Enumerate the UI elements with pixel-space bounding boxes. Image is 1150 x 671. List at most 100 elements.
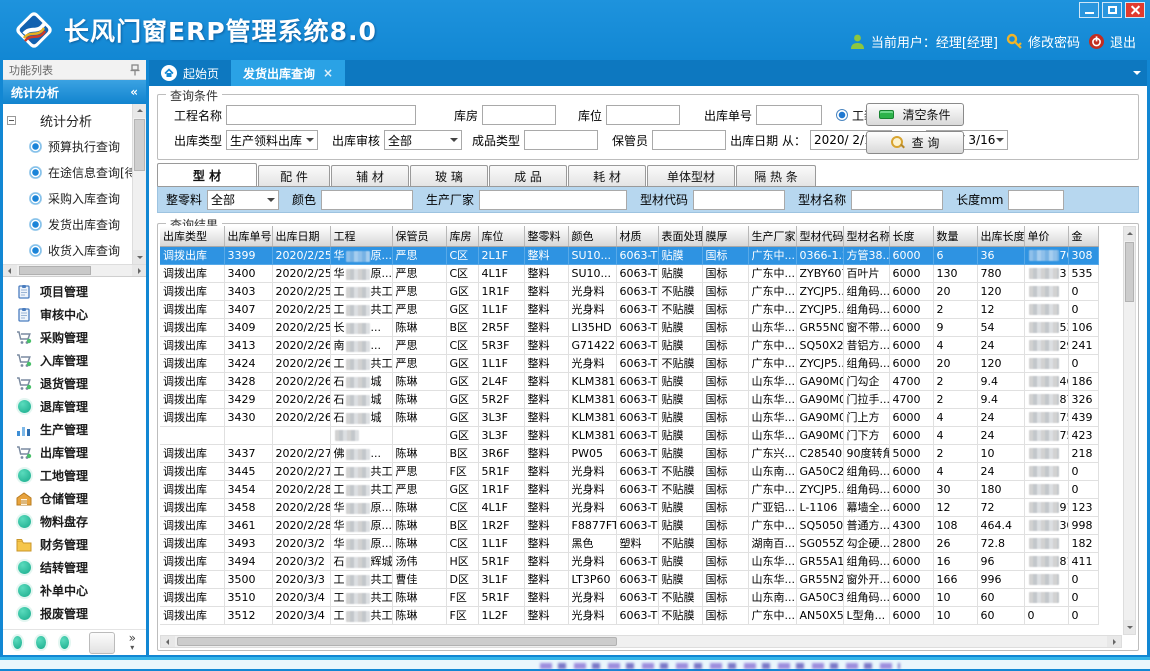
location-input[interactable] [606,105,680,125]
column-header-数量[interactable]: 数量 [933,226,977,246]
sidebar-item-物料盘存[interactable]: 物料盘存 [3,510,146,533]
sidebar-item-工地管理[interactable]: 工地管理 [3,464,146,487]
column-header-工程[interactable]: 工程 [330,226,392,246]
column-header-型材名称[interactable]: 型材名称 [843,226,889,246]
sidebar-item-财务管理[interactable]: 财务管理 [3,533,146,556]
table-row[interactable]: 调拨出库34932020/3/2华原...陈琳C区1L1F整料黑色塑料不贴膜国标… [160,534,1098,552]
table-row[interactable]: 调拨出库34612020/2/28华原...陈琳B区1R2F整料F8877FT6… [160,516,1098,534]
column-header-整零料[interactable]: 整零料 [524,226,568,246]
scroll-thumb[interactable] [134,119,145,171]
table-horizontal-scrollbar[interactable] [160,635,1122,648]
table-row[interactable]: 调拨出库34092020/2/25长...陈琳B区2R5F整料LI35HD606… [160,318,1098,336]
scroll-up-icon[interactable] [133,104,146,118]
column-header-出库长度[interactable]: 出库长度 [977,226,1024,246]
audit-select[interactable]: 全部 [384,130,462,150]
circle-icon[interactable] [60,636,69,649]
tree-horizontal-scrollbar[interactable] [3,264,146,277]
length-input[interactable] [1008,190,1064,210]
column-header-膜厚[interactable]: 膜厚 [702,226,748,246]
tree-root-node[interactable]: 统计分析 [7,108,130,133]
scroll-down-icon[interactable] [1124,620,1135,634]
table-row[interactable]: 调拨出库35102020/3/4工共工程陈琳F区5R1F整料光身料6063-T5… [160,588,1098,606]
table-row[interactable]: 调拨出库34292020/2/26石城陈琳G区5R2F整料KLM38176063… [160,390,1098,408]
material-tab-配件[interactable]: 配 件 [258,165,330,186]
cart-shortcut-button[interactable] [89,632,114,654]
column-header-材质[interactable]: 材质 [616,226,658,246]
tree-collapse-icon[interactable] [7,116,16,125]
column-header-库位[interactable]: 库位 [478,226,524,246]
tree-item[interactable]: 在途信息查询[待定] [7,159,130,185]
clear-conditions-button[interactable]: 清空条件 [866,103,964,126]
tab-close-icon[interactable]: × [323,66,333,80]
sidebar-item-审核中心[interactable]: 审核中心 [3,303,146,326]
tab-list-dropdown-icon[interactable] [1133,71,1141,79]
table-row[interactable]: G区3L3F整料KLM38176063-T5贴膜国标山东华...GA90M09.… [160,426,1098,444]
scroll-left-icon[interactable] [3,265,17,276]
column-header-出库单号[interactable]: 出库单号 [224,226,272,246]
table-row[interactable]: 调拨出库34942020/3/2石辉城汤伟H区5R1F整料光身料6063-T5贴… [160,552,1098,570]
table-vertical-scrollbar[interactable] [1123,226,1136,635]
column-header-长度[interactable]: 长度 [889,226,933,246]
material-tab-型材[interactable]: 型 材 [157,163,257,186]
sidebar-item-入库管理[interactable]: 入库管理 [3,349,146,372]
scroll-right-icon[interactable] [132,265,146,276]
table-row[interactable]: 调拨出库35122020/3/4工共工程陈琳F区1L2F整料光身料6063-T5… [160,606,1098,624]
table-row[interactable]: 调拨出库34582020/2/28华原...陈琳C区4L1F整料光身料6063-… [160,498,1098,516]
radio-on-icon[interactable] [836,109,848,121]
tree-item[interactable]: 发货出库查询 [7,211,130,237]
table-row[interactable]: 调拨出库34242020/2/26工共工程严思G区1L1F整料光身料6063-T… [160,354,1098,372]
sidebar-item-补单中心[interactable]: 补单中心 [3,579,146,602]
order-no-input[interactable] [756,105,822,125]
sidebar-item-采购管理[interactable]: 采购管理 [3,326,146,349]
logout-button[interactable]: 退出 [1088,32,1136,51]
column-header-表面处理[interactable]: 表面处理 [658,226,702,246]
circle-icon[interactable] [36,636,45,649]
sidebar-item-仓储管理[interactable]: 仓储管理 [3,487,146,510]
sidebar-item-项目管理[interactable]: 项目管理 [3,280,146,303]
profile-name-input[interactable] [851,190,943,210]
warehouse-input[interactable] [482,105,556,125]
table-row[interactable]: 调拨出库34542020/2/28工共工程严思G区1R1F整料光身料6063-T… [160,480,1098,498]
column-header-单价[interactable]: 单价 [1024,226,1068,246]
scroll-thumb[interactable] [19,266,91,275]
column-header-出库日期[interactable]: 出库日期 [272,226,330,246]
scroll-up-icon[interactable] [1124,227,1135,241]
sidebar-item-出库管理[interactable]: 出库管理 [3,441,146,464]
scroll-left-icon[interactable] [161,636,175,647]
scroll-right-icon[interactable] [1107,636,1121,647]
table-row[interactable]: 调拨出库34372020/2/27佛...陈琳B区3R6F整料PW056063-… [160,444,1098,462]
close-button[interactable] [1125,2,1145,18]
more-menus-button[interactable]: »▾ [129,633,136,653]
sidebar-item-退货管理[interactable]: 退货管理 [3,372,146,395]
tree-item[interactable]: 采购入库查询 [7,185,130,211]
tree-vertical-scrollbar[interactable] [132,104,146,264]
material-tab-成品[interactable]: 成 品 [489,165,567,186]
column-header-库房[interactable]: 库房 [446,226,478,246]
search-button[interactable]: 查 询 [866,131,964,154]
sidebar-item-结转管理[interactable]: 结转管理 [3,556,146,579]
table-row[interactable]: 调拨出库34002020/2/25华原...严思C区4L1F整料SU10...6… [160,264,1098,282]
out-type-select[interactable]: 生产领料出库 [226,130,318,150]
table-row[interactable]: 调拨出库35002020/3/3工共工程曹佳D区3L1F整料LT3P606063… [160,570,1098,588]
minimize-button[interactable] [1079,2,1099,18]
sidebar-item-报废管理[interactable]: 报废管理 [3,602,146,625]
column-header-出库类型[interactable]: 出库类型 [160,226,224,246]
material-tab-耗材[interactable]: 耗 材 [568,165,646,186]
table-row[interactable]: 调拨出库34032020/2/25工共工程严思G区1R1F整料光身料6063-T… [160,282,1098,300]
sidebar-section-header[interactable]: 统计分析 « [3,80,146,104]
column-header-型材代码[interactable]: 型材代码 [796,226,843,246]
sidebar-item-生产管理[interactable]: 生产管理 [3,418,146,441]
table-row[interactable]: 调拨出库34282020/2/26石城陈琳G区2L4F整料KLM38176063… [160,372,1098,390]
change-password-button[interactable]: 修改密码 [1006,32,1080,51]
project-name-input[interactable] [226,105,416,125]
product-type-input[interactable] [524,130,598,150]
scroll-thumb[interactable] [177,637,617,646]
column-header-金[interactable]: 金 [1068,226,1098,246]
table-row[interactable]: 调拨出库34452020/2/27工共工程严思F区5R1F整料光身料6063-T… [160,462,1098,480]
whole-part-select[interactable]: 全部 [207,190,279,210]
tree-item[interactable]: 预算执行查询 [7,133,130,159]
column-header-保管员[interactable]: 保管员 [392,226,446,246]
manufacturer-input[interactable] [479,190,627,210]
circle-icon[interactable] [13,636,22,649]
material-tab-隔热条[interactable]: 隔 热 条 [736,165,816,186]
